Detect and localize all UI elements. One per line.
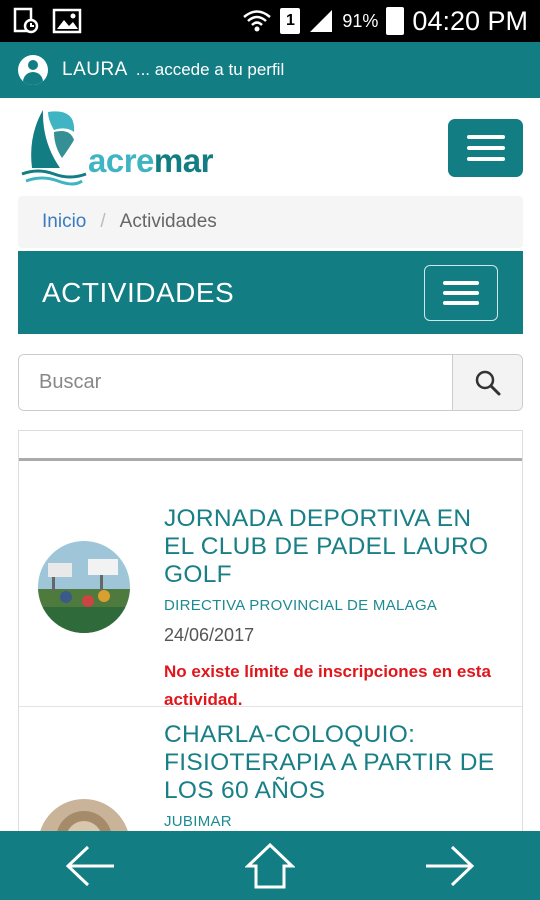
status-bar: 1 91% 04:20 PM xyxy=(0,0,540,42)
activity-organizer: DIRECTIVA PROVINCIAL DE MALAGA xyxy=(164,597,438,614)
profile-name[interactable]: LAURA xyxy=(62,59,128,81)
hamburger-line xyxy=(466,135,505,139)
back-arrow-icon[interactable] xyxy=(64,843,116,889)
section-header: ACTIVIDADES xyxy=(18,251,523,334)
activity-body: JORNADA DEPORTIVA EN EL CLUB DE PADEL LA… xyxy=(164,505,502,714)
app-screen: 1 91% 04:20 PM LAURA ... accede a tu per… xyxy=(0,0,540,900)
main-menu-button[interactable] xyxy=(448,119,523,177)
activity-note: No existe límite de inscripciones en est… xyxy=(164,662,491,709)
user-avatar-icon[interactable] xyxy=(18,55,48,85)
hamburger-line xyxy=(466,146,505,150)
bottom-nav-bar xyxy=(0,831,540,900)
signal-icon xyxy=(310,10,333,32)
sail-logo-icon xyxy=(21,110,87,186)
sim-indicator: 1 xyxy=(280,8,301,34)
hamburger-line xyxy=(466,157,505,161)
image-icon xyxy=(52,8,82,34)
activity-body: CHARLA-COLOQUIO: FISIOTERAPIA A PARTIR D… xyxy=(164,721,502,830)
hamburger-line xyxy=(443,291,479,295)
breadcrumb-current: Actividades xyxy=(119,211,217,232)
activity-thumbnail xyxy=(38,541,130,633)
activity-organizer: JUBIMAR xyxy=(164,813,232,830)
activity-title[interactable]: CHARLA-COLOQUIO: FISIOTERAPIA A PARTIR D… xyxy=(164,721,502,805)
forward-arrow-icon[interactable] xyxy=(424,843,476,889)
search-button[interactable] xyxy=(452,355,522,410)
search-icon xyxy=(475,370,500,395)
battery-icon xyxy=(386,7,405,35)
breadcrumb-separator: / xyxy=(100,211,106,232)
clock: 04:20 PM xyxy=(412,5,528,36)
activity-photo xyxy=(38,541,130,633)
search-bar xyxy=(18,354,523,411)
logo-text-acre: acre xyxy=(88,142,154,179)
breadcrumb-home-link[interactable]: Inicio xyxy=(42,211,86,233)
hamburger-line xyxy=(443,281,479,285)
page-title: ACTIVIDADES xyxy=(42,276,235,308)
notification-icons xyxy=(12,7,82,35)
home-icon[interactable] xyxy=(245,842,295,890)
profile-bar[interactable]: LAURA ... accede a tu perfil xyxy=(0,42,540,98)
system-icons: 1 91% 04:20 PM xyxy=(242,6,528,37)
list-header xyxy=(19,431,522,461)
activity-list: JORNADA DEPORTIVA EN EL CLUB DE PADEL LA… xyxy=(18,430,523,900)
activity-title[interactable]: JORNADA DEPORTIVA EN EL CLUB DE PADEL LA… xyxy=(164,505,502,589)
profile-link[interactable]: ... accede a tu perfil xyxy=(136,60,284,80)
hamburger-line xyxy=(443,301,479,305)
site-header: acremar xyxy=(0,98,540,196)
wifi-icon xyxy=(243,10,272,32)
breadcrumb: Inicio / Actividades xyxy=(18,196,523,248)
acremar-logo[interactable]: acremar xyxy=(18,106,228,188)
section-menu-toggle[interactable] xyxy=(424,265,498,321)
logo-text: acremar xyxy=(88,142,213,180)
search-input[interactable] xyxy=(19,355,452,410)
activity-date: 24/06/2017 xyxy=(164,625,255,645)
list-item[interactable]: JORNADA DEPORTIVA EN EL CLUB DE PADEL LA… xyxy=(19,461,522,709)
logo-text-mar: mar xyxy=(153,142,214,179)
notification-file-icon xyxy=(13,7,39,34)
battery-percent: 91% xyxy=(342,10,379,31)
